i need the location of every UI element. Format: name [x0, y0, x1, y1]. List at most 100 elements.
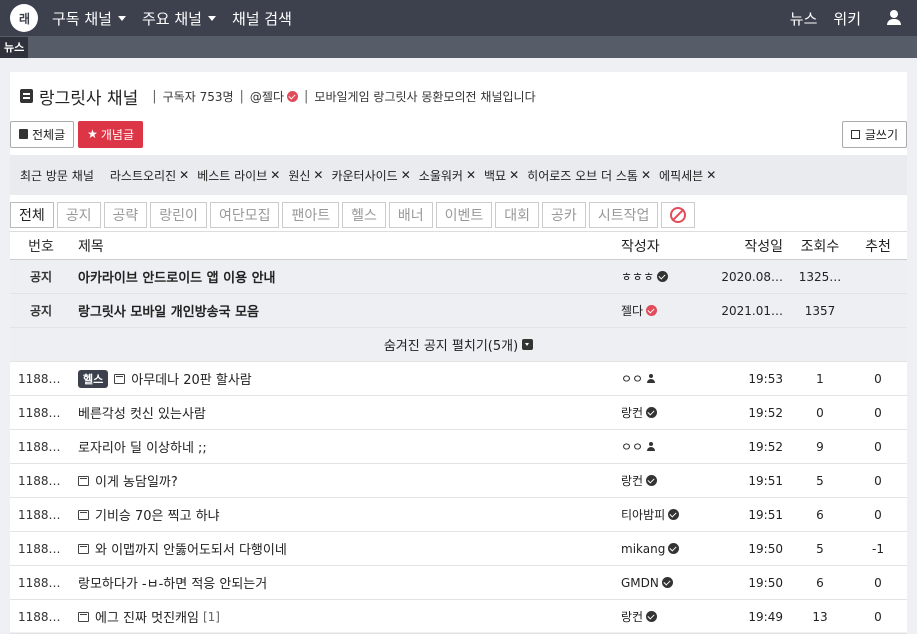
nav-news[interactable]: 뉴스	[790, 8, 818, 29]
post-author[interactable]: mikang	[621, 542, 713, 556]
post-views: 5	[816, 541, 824, 556]
table-row[interactable]: 1188… 이게 농담일까? 랑컨 19:51 5 0	[10, 464, 907, 498]
close-icon[interactable]: ✕	[706, 168, 716, 182]
tab-banner[interactable]: 배너	[388, 202, 433, 228]
notice-row[interactable]: 공지 랑그릿사 모바일 개인방송국 모음 젤다 2021.01… 1357	[10, 294, 907, 328]
post-recommend: 0	[874, 405, 882, 420]
all-posts-button[interactable]: 전체글	[10, 120, 75, 148]
notice-row[interactable]: 공지 아카라이브 안드로이드 앱 이용 안내 ㅎㅎㅎ 2020.08… 1325…	[10, 260, 907, 294]
post-author[interactable]: ㅇㅇ	[621, 438, 713, 455]
post-views: 6	[816, 507, 824, 522]
close-icon[interactable]: ✕	[270, 168, 280, 182]
post-recommend: 0	[874, 609, 882, 624]
tab-all[interactable]: 전체	[10, 202, 54, 228]
tab-event[interactable]: 이벤트	[435, 202, 493, 228]
post-author[interactable]: 젤다	[621, 302, 713, 319]
tab-no-image-filter[interactable]	[661, 202, 696, 228]
tab-beginner[interactable]: 랑린이	[150, 202, 207, 228]
post-title-text[interactable]: 와 이맵까지 안뚫어도되서 다행이네	[95, 539, 287, 558]
tab-official-cafe[interactable]: 공카	[542, 202, 586, 228]
post-title[interactable]: 로자리아 딜 이상하네 ;;	[72, 437, 621, 456]
table-row[interactable]: 1188… 로자리아 딜 이상하네 ;; ㅇㅇ 19:52 9 0	[10, 430, 907, 464]
recent-channel-item[interactable]: 라스트오리진 ✕	[110, 167, 189, 184]
post-date: 2021.01…	[721, 303, 783, 318]
nav-wiki[interactable]: 위키	[833, 8, 861, 29]
post-author[interactable]: 랑컨	[621, 404, 713, 421]
post-author[interactable]: GMDN	[621, 576, 713, 590]
site-logo[interactable]: 래	[10, 4, 38, 32]
post-title[interactable]: 기비승 70은 찍고 하냐	[72, 505, 621, 524]
post-title[interactable]: 랑모하다가 -ㅂ-하면 적응 안되는거	[72, 573, 621, 592]
expand-hidden-notices[interactable]: 숨겨진 공지 펼치기(5개)	[10, 328, 907, 362]
table-row[interactable]: 1188… 와 이맵까지 안뚫어도되서 다행이네 mikang 19:50 5 -1	[10, 532, 907, 566]
tab-guide[interactable]: 공략	[103, 202, 148, 228]
post-author[interactable]: 랑컨	[621, 608, 713, 625]
post-date: 19:51	[748, 473, 783, 488]
verified-icon	[287, 90, 299, 102]
post-number: 1188…	[18, 609, 61, 624]
recent-channel-item[interactable]: 백묘 ✕	[484, 167, 519, 184]
close-icon[interactable]: ✕	[313, 168, 323, 182]
nav-channel-search[interactable]: 채널 검색	[232, 8, 292, 29]
table-row[interactable]: 1188… 랑모하다가 -ㅂ-하면 적응 안되는거 GMDN 19:50 6 0	[10, 566, 907, 600]
post-title-text[interactable]: 기비승 70은 찍고 하냐	[95, 505, 220, 524]
post-title[interactable]: 베른각성 컷신 있는사람	[72, 403, 621, 422]
recent-channel-item[interactable]: 에픽세븐 ✕	[659, 167, 716, 184]
post-title[interactable]: 와 이맵까지 안뚫어도되서 다행이네	[72, 539, 621, 558]
post-title[interactable]: 랑그릿사 모바일 개인방송국 모음	[72, 301, 621, 320]
tab-notice[interactable]: 공지	[56, 202, 101, 228]
channel-title[interactable]: 랑그릿사 채널	[39, 84, 138, 109]
post-author[interactable]: ㅎㅎㅎ	[621, 268, 713, 285]
post-recommend: 0	[874, 473, 882, 488]
close-icon[interactable]: ✕	[641, 168, 651, 182]
post-recommend: 0	[874, 439, 882, 454]
post-title-text[interactable]: 랑모하다가 -ㅂ-하면 적응 안되는거	[78, 573, 267, 592]
best-posts-button[interactable]: ★ 개념글	[78, 120, 144, 148]
board-container: 랑그릿사 채널 | 구독자 753명 | @젤다 | 모바일게임 랑그릿사 몽환…	[10, 72, 907, 634]
table-row[interactable]: 1188… 헬스 아무데나 20판 할사람 ㅇㅇ 19:53 1 0	[10, 362, 907, 396]
channel-header: 랑그릿사 채널 | 구독자 753명 | @젤다 | 모바일게임 랑그릿사 몽환…	[10, 78, 907, 114]
post-title-text[interactable]: 로자리아 딜 이상하네 ;;	[78, 437, 207, 456]
post-recommend: 0	[874, 371, 882, 386]
recent-channel-item[interactable]: 소울워커 ✕	[419, 167, 476, 184]
subnav-news[interactable]: 뉴스	[0, 37, 29, 58]
close-icon[interactable]: ✕	[179, 168, 189, 182]
post-title[interactable]: 에그 진짜 멋진캐임 [1]	[72, 607, 621, 626]
post-title[interactable]: 아카라이브 안드로이드 앱 이용 안내	[72, 267, 621, 286]
recent-channel-item[interactable]: 카운터사이드 ✕	[331, 167, 410, 184]
tab-sheet-work[interactable]: 시트작업	[588, 202, 659, 228]
post-author[interactable]: ㅇㅇ	[621, 370, 713, 387]
post-title-text[interactable]: 이게 농담일까?	[95, 471, 178, 490]
table-row[interactable]: 1188… 베른각성 컷신 있는사람 랑컨 19:52 0 0	[10, 396, 907, 430]
tab-fanart[interactable]: 팬아트	[282, 202, 340, 228]
logo-text: 래	[18, 11, 30, 26]
post-table: 번호 제목 작성자 작성일 조회수 추천 공지 아카라이브 안드로이드 앱 이용…	[10, 232, 907, 634]
post-author[interactable]: 랑컨	[621, 472, 713, 489]
recent-channel-item[interactable]: 히어로즈 오브 더 스톰 ✕	[527, 167, 651, 184]
tab-health[interactable]: 헬스	[342, 202, 386, 228]
post-title-text[interactable]: 에그 진짜 멋진캐임	[95, 607, 199, 626]
post-author[interactable]: 티아밤피	[621, 506, 713, 523]
channel-owner[interactable]: @젤다	[250, 88, 299, 105]
tab-contest[interactable]: 대회	[495, 202, 540, 228]
close-icon[interactable]: ✕	[466, 168, 476, 182]
post-title[interactable]: 헬스 아무데나 20판 할사람	[72, 369, 621, 388]
close-icon[interactable]: ✕	[401, 168, 411, 182]
nav-subscribed-channels[interactable]: 구독 채널	[52, 8, 126, 29]
image-icon	[114, 373, 126, 384]
nav-main-channels[interactable]: 주요 채널	[142, 8, 216, 29]
post-views: 13	[812, 609, 828, 624]
write-button[interactable]: 글쓰기	[841, 120, 907, 148]
post-title-text[interactable]: 베른각성 컷신 있는사람	[78, 403, 206, 422]
tab-guild-recruit[interactable]: 여단모집	[209, 202, 280, 228]
post-title[interactable]: 이게 농담일까?	[72, 471, 621, 490]
post-number: 1188…	[18, 575, 61, 590]
top-navbar: 래 구독 채널 주요 채널 채널 검색 뉴스 위키	[0, 0, 917, 36]
table-row[interactable]: 1188… 기비승 70은 찍고 하냐 티아밤피 19:51 6 0	[10, 498, 907, 532]
post-title-text[interactable]: 아무데나 20판 할사람	[131, 369, 252, 388]
table-row[interactable]: 1188… 에그 진짜 멋진캐임 [1] 랑컨 19:49 13 0	[10, 600, 907, 634]
user-icon[interactable]	[887, 10, 901, 26]
recent-channel-item[interactable]: 베스트 라이브 ✕	[197, 167, 280, 184]
close-icon[interactable]: ✕	[509, 168, 519, 182]
recent-channel-item[interactable]: 원신 ✕	[288, 167, 323, 184]
